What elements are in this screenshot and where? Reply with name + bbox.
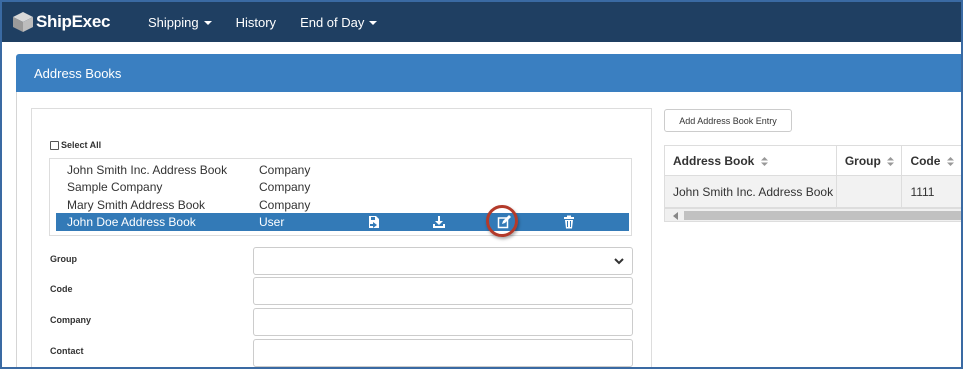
caret-down-icon — [369, 21, 378, 25]
sort-icon — [887, 156, 895, 166]
contact-label: Contact — [50, 346, 84, 356]
logo-cube-icon — [13, 12, 33, 32]
code-input[interactable] — [253, 277, 633, 305]
scroll-left-icon[interactable] — [673, 212, 678, 220]
top-navbar: ShipExec Shipping History End of Day — [2, 2, 961, 42]
address-book-name: Mary Smith Address Book — [67, 198, 206, 212]
address-book-row-selected[interactable]: John Doe Address Book User — [56, 213, 629, 231]
address-book-row[interactable]: Sample Company Company — [56, 178, 629, 196]
app-window: ShipExec Shipping History End of Day Add… — [0, 0, 963, 369]
address-book-type: Company — [259, 180, 311, 194]
address-book-row[interactable]: Mary Smith Address Book Company — [56, 196, 629, 214]
address-book-name: John Doe Address Book — [67, 215, 196, 229]
column-label: Address Book — [673, 153, 755, 168]
sort-icon — [760, 156, 768, 166]
select-all-checkbox[interactable]: Select All — [50, 140, 101, 150]
sort-icon — [946, 156, 954, 166]
add-address-book-entry-button[interactable]: Add Address Book Entry — [664, 109, 792, 132]
address-book-entries-table: Address Book Group Code John Smith Inc. … — [664, 145, 961, 208]
panel-title: Address Books — [34, 66, 122, 81]
nav-shipping-label: Shipping — [148, 14, 199, 30]
brand-name: ShipExec — [36, 12, 111, 31]
address-book-row[interactable]: John Smith Inc. Address Book Company — [56, 161, 629, 179]
company-label: Company — [50, 315, 92, 325]
edit-icon-highlight-circle — [486, 205, 518, 237]
column-header-code[interactable]: Code — [901, 145, 961, 176]
column-label: Group — [844, 153, 881, 168]
nav-end-of-day-label: End of Day — [300, 14, 365, 30]
scrollbar-thumb[interactable] — [684, 211, 961, 220]
nav-end-of-day[interactable]: End of Day — [300, 14, 378, 30]
contact-input[interactable] — [253, 339, 633, 367]
code-label: Code — [50, 284, 73, 294]
chevron-down-icon — [614, 258, 624, 265]
address-book-name: Sample Company — [67, 180, 163, 194]
trash-icon[interactable] — [562, 215, 576, 229]
nav-history-label: History — [235, 14, 277, 30]
column-header-group[interactable]: Group — [835, 145, 903, 176]
column-label: Code — [910, 153, 941, 168]
cell-group — [835, 175, 903, 208]
select-all-label: Select All — [61, 140, 102, 150]
brand-logo[interactable]: ShipExec — [12, 11, 130, 33]
group-label: Group — [50, 254, 77, 264]
checkbox-box[interactable] — [50, 140, 59, 150]
nav-shipping[interactable]: Shipping — [148, 15, 212, 30]
group-select[interactable] — [253, 247, 633, 275]
import-icon[interactable] — [367, 215, 381, 229]
cell-address-book: John Smith Inc. Address Book — [664, 175, 837, 208]
address-book-type: Company — [259, 198, 311, 212]
caret-down-icon — [203, 21, 212, 25]
address-book-name: John Smith Inc. Address Book — [67, 163, 228, 177]
nav-history[interactable]: History — [236, 15, 276, 30]
column-header-address-book[interactable]: Address Book — [664, 145, 837, 176]
table-header-row: Address Book Group Code — [664, 145, 961, 176]
cell-code: 1111 — [901, 175, 961, 208]
address-book-type: Company — [259, 163, 311, 177]
company-input[interactable] — [253, 308, 633, 336]
panel-heading: Address Books — [16, 54, 961, 92]
address-book-type: User — [259, 215, 285, 229]
horizontal-scrollbar[interactable] — [664, 208, 961, 222]
download-icon[interactable] — [432, 215, 446, 229]
address-book-list: John Smith Inc. Address Book Company Sam… — [49, 158, 632, 236]
table-row[interactable]: John Smith Inc. Address Book 1111 — [664, 175, 961, 208]
